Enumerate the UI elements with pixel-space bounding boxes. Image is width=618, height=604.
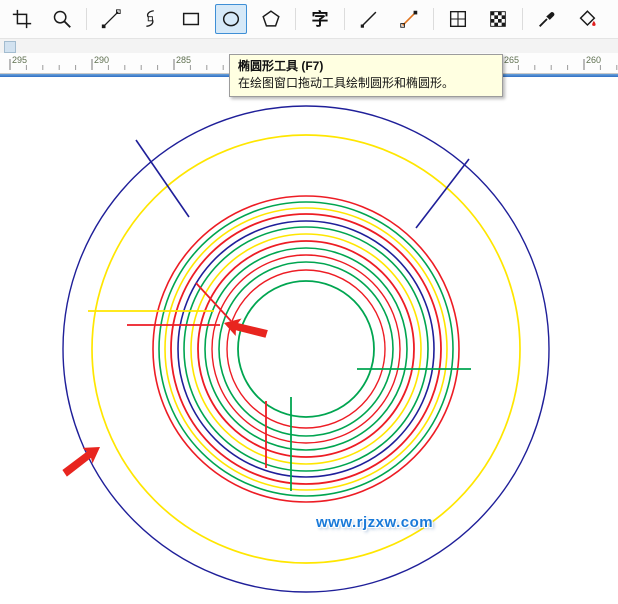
drawing-segment-navy[interactable] — [416, 159, 469, 228]
drawing-circle-red[interactable] — [227, 270, 385, 428]
drawing-circle-navy[interactable] — [63, 106, 549, 592]
zoom-tool[interactable] — [46, 4, 78, 34]
connector-tool[interactable] — [393, 4, 425, 34]
tooltip-title: 椭圆形工具 (F7) — [238, 58, 494, 74]
drawing-circle-yellow[interactable] — [165, 208, 447, 490]
straight-line-icon — [358, 8, 380, 30]
polygon-tool[interactable] — [255, 4, 287, 34]
drawing-circle-red[interactable] — [198, 241, 414, 457]
ruler-number: 260 — [586, 55, 601, 65]
bezier-tool[interactable] — [135, 4, 167, 34]
tooltip-body: 在绘图窗口拖动工具绘制圆形和椭圆形。 — [238, 75, 494, 91]
tooltip: 椭圆形工具 (F7) 在绘图窗口拖动工具绘制圆形和椭圆形。 — [229, 54, 503, 97]
connector-line-icon — [398, 8, 420, 30]
text-tool[interactable]: 字 — [304, 4, 336, 34]
paint-bucket-icon — [576, 8, 598, 30]
checker-pattern-tool[interactable] — [482, 4, 514, 34]
ruler-number: 295 — [12, 55, 27, 65]
ruler-number: 285 — [176, 55, 191, 65]
magnifier-icon — [51, 8, 73, 30]
line-tool[interactable] — [353, 4, 385, 34]
graph-paper-tool[interactable] — [442, 4, 474, 34]
ellipse-icon — [220, 8, 242, 30]
drawing-circle-green[interactable] — [205, 248, 407, 450]
drawing-circle-red[interactable] — [212, 255, 400, 443]
drawing-circle-green[interactable] — [238, 281, 374, 417]
polygon-icon — [260, 8, 282, 30]
interactive-fill-tool[interactable] — [611, 4, 618, 34]
crop-tool[interactable] — [6, 4, 38, 34]
drawing-segment-navy[interactable] — [136, 140, 189, 217]
toolbar-separator — [295, 8, 296, 30]
ellipse-tool[interactable] — [215, 4, 247, 34]
drawing-circle-yellow[interactable] — [191, 234, 421, 464]
toolbar-separator — [344, 8, 345, 30]
drawing-circle-green[interactable] — [159, 202, 453, 496]
graph-paper-icon — [447, 8, 469, 30]
scroll-origin-box[interactable] — [4, 41, 16, 53]
watermark: www.rjzxw.com — [316, 514, 433, 531]
text-tool-icon: 字 — [312, 11, 329, 28]
rectangle-icon — [180, 8, 202, 30]
eyedropper-tool[interactable] — [531, 4, 563, 34]
rectangle-tool[interactable] — [175, 4, 207, 34]
toolbar: 字 — [0, 0, 618, 39]
toolbar-separator — [86, 8, 87, 30]
freehand-tool[interactable] — [95, 4, 127, 34]
drawing-circle-yellow[interactable] — [92, 135, 520, 563]
drawing-circle-green[interactable] — [219, 262, 393, 436]
bezier-curve-icon — [140, 8, 162, 30]
eyedropper-icon — [536, 8, 558, 30]
annotation-arrow[interactable] — [58, 440, 105, 480]
paint-bucket-tool[interactable] — [571, 4, 603, 34]
toolbar-separator — [522, 8, 523, 30]
checker-pattern-icon — [487, 8, 509, 30]
toolbar-separator — [433, 8, 434, 30]
ruler-number: 265 — [504, 55, 519, 65]
crop-icon — [11, 8, 33, 30]
freehand-line-icon — [100, 8, 122, 30]
ruler-number: 290 — [94, 55, 109, 65]
document-strip — [0, 39, 618, 53]
drawing-circle-green[interactable] — [184, 227, 428, 471]
drawing-circle-navy[interactable] — [178, 221, 434, 477]
